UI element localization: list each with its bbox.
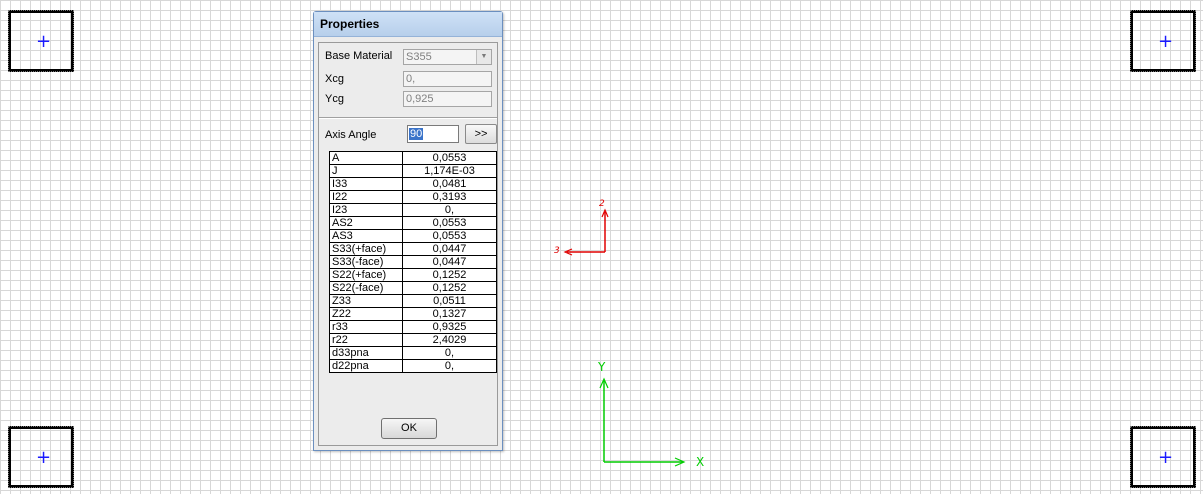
property-name: r33 (329, 320, 403, 334)
property-value: 0,0553 (402, 151, 497, 165)
property-name: Z33 (329, 294, 403, 308)
table-row: S22(-face) 0,1252 (329, 281, 497, 295)
crosshair-icon: + (1158, 31, 1174, 52)
crosshair-icon: + (36, 447, 52, 468)
corner-marker-bottom-left: + (8, 426, 74, 488)
table-row: Z22 0,1327 (329, 307, 497, 321)
base-material-label: Base Material (325, 50, 393, 62)
table-row: I33 0,0481 (329, 177, 497, 191)
drawing-canvas[interactable]: + + + + 2 3 Y X (0, 0, 1203, 494)
property-name: d22pna (329, 359, 403, 373)
table-row: A 0,0553 (329, 151, 497, 165)
crosshair-icon: + (1158, 447, 1174, 468)
property-name: r22 (329, 333, 403, 347)
property-value: 0,0447 (402, 242, 497, 256)
property-value: 0,0553 (402, 229, 497, 243)
table-row: AS2 0,0553 (329, 216, 497, 230)
property-value: 0, (402, 203, 497, 217)
property-name: A (329, 151, 403, 165)
chevron-down-icon[interactable]: ▼ (476, 50, 491, 64)
section-properties-table: A 0,0553 J 1,174E-03 I33 0,0481 I22 0,3193 I23 0,… (329, 151, 497, 373)
property-name: S33(+face) (329, 242, 403, 256)
dialog-title[interactable]: Properties (314, 12, 502, 37)
corner-marker-top-left: + (8, 10, 74, 72)
property-value: 0,9325 (402, 320, 497, 334)
property-value: 1,174E-03 (402, 164, 497, 178)
table-row: S33(-face) 0,0447 (329, 255, 497, 269)
axis-angle-value: 90 (409, 128, 424, 140)
global-axis-x-label: X (696, 455, 705, 469)
divider (319, 117, 497, 119)
property-name: I33 (329, 177, 403, 191)
crosshair-icon: + (36, 31, 52, 52)
table-row: Z33 0,0511 (329, 294, 497, 308)
property-value: 0,1327 (402, 307, 497, 321)
table-row: AS3 0,0553 (329, 229, 497, 243)
property-name: AS2 (329, 216, 403, 230)
property-name: S22(+face) (329, 268, 403, 282)
table-row: S33(+face) 0,0447 (329, 242, 497, 256)
property-name: S33(-face) (329, 255, 403, 269)
xcg-field[interactable]: 0, (403, 71, 492, 87)
table-row: S22(+face) 0,1252 (329, 268, 497, 282)
base-material-value: S355 (406, 51, 432, 63)
more-properties-button[interactable]: >> (465, 124, 497, 144)
property-name: I23 (329, 203, 403, 217)
property-value: 2,4029 (402, 333, 497, 347)
axis-angle-input[interactable]: 90 (407, 125, 459, 143)
properties-dialog[interactable]: Properties Base Material S355 ▼ Xcg 0, Y… (313, 11, 503, 451)
property-value: 0,1252 (402, 268, 497, 282)
ycg-field[interactable]: 0,925 (403, 91, 492, 107)
property-value: 0, (402, 346, 497, 360)
properties-panel: Base Material S355 ▼ Xcg 0, Ycg 0,925 Ax… (318, 42, 498, 446)
table-row: I22 0,3193 (329, 190, 497, 204)
corner-marker-bottom-right: + (1130, 426, 1196, 488)
table-row: r22 2,4029 (329, 333, 497, 347)
global-axes (599, 377, 686, 467)
local-axes (563, 208, 609, 256)
base-material-select[interactable]: S355 ▼ (403, 49, 492, 65)
table-row: d33pna 0, (329, 346, 497, 360)
xcg-label: Xcg (325, 73, 344, 85)
property-value: 0, (402, 359, 497, 373)
ok-button[interactable]: OK (381, 418, 437, 439)
global-axis-y-label: Y (598, 360, 606, 374)
corner-marker-top-right: + (1130, 10, 1196, 72)
table-row: d22pna 0, (329, 359, 497, 373)
axis-angle-label: Axis Angle (325, 129, 377, 141)
property-name: J (329, 164, 403, 178)
property-value: 0,1252 (402, 281, 497, 295)
table-row: J 1,174E-03 (329, 164, 497, 178)
property-value: 0,0447 (402, 255, 497, 269)
property-value: 0,0553 (402, 216, 497, 230)
property-name: S22(-face) (329, 281, 403, 295)
table-row: I23 0, (329, 203, 497, 217)
ycg-label: Ycg (325, 93, 344, 105)
property-name: I22 (329, 190, 403, 204)
property-value: 0,0511 (402, 294, 497, 308)
property-value: 0,0481 (402, 177, 497, 191)
local-axis-2-label: 2 (599, 199, 605, 209)
property-name: Z22 (329, 307, 403, 321)
property-value: 0,3193 (402, 190, 497, 204)
property-name: AS3 (329, 229, 403, 243)
table-row: r33 0,9325 (329, 320, 497, 334)
local-axis-3-label: 3 (554, 246, 560, 256)
property-name: d33pna (329, 346, 403, 360)
